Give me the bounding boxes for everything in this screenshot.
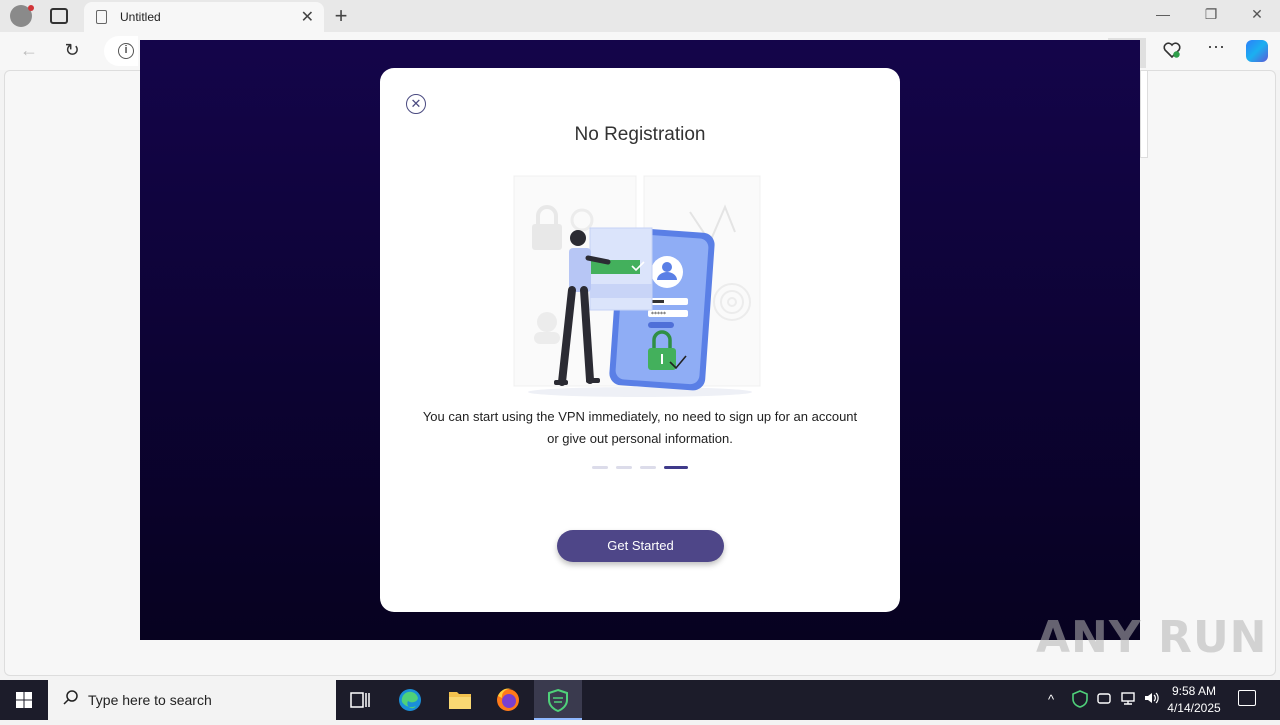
- notification-dot: [28, 5, 34, 11]
- pager-dot[interactable]: [640, 466, 656, 469]
- volume-icon[interactable]: [1143, 690, 1159, 709]
- pager-dot-active[interactable]: [664, 466, 688, 469]
- show-hidden-icons[interactable]: ^: [1048, 692, 1054, 707]
- windows-taskbar: Type here to search ^ 9:58 AM 4/14/2025: [0, 680, 1280, 720]
- edge-icon[interactable]: [386, 680, 434, 720]
- svg-text:*****: *****: [651, 311, 666, 318]
- tab-close-icon[interactable]: ✕: [301, 7, 314, 27]
- pager-dot[interactable]: [616, 466, 632, 469]
- browser-essentials-icon[interactable]: [1160, 40, 1184, 65]
- registration-illustration: *****: [510, 172, 770, 402]
- firefox-icon[interactable]: [484, 680, 532, 720]
- search-icon: [63, 690, 78, 705]
- restore-button[interactable]: ❐: [1188, 6, 1234, 23]
- file-explorer-icon[interactable]: [436, 680, 484, 720]
- taskbar-clock[interactable]: 9:58 AM 4/14/2025: [1160, 683, 1228, 717]
- vpn-app-taskbar-icon[interactable]: [534, 680, 582, 720]
- back-button[interactable]: ←: [18, 40, 40, 61]
- copilot-icon[interactable]: [1246, 40, 1268, 62]
- task-view-icon[interactable]: [336, 680, 384, 720]
- dialog-close-button[interactable]: ✕: [406, 94, 426, 114]
- anyrun-watermark: ANY RUN: [1036, 612, 1268, 663]
- onboarding-pager: [592, 466, 692, 470]
- clock-time: 9:58 AM: [1171, 684, 1217, 698]
- browser-tabbar: Untitled ✕ + — ❐ ✕: [0, 0, 1280, 32]
- new-tab-button[interactable]: +: [331, 3, 351, 29]
- dialog-title: No Registration: [574, 124, 706, 145]
- clock-date: 4/14/2025: [1167, 701, 1221, 715]
- onboarding-dialog: ✕ No Registration ***** You can start us…: [380, 68, 900, 612]
- side-panel: [1140, 70, 1148, 158]
- page-icon: [96, 10, 107, 24]
- tab-untitled[interactable]: Untitled ✕: [84, 2, 324, 32]
- meet-now-icon[interactable]: [1096, 690, 1112, 709]
- site-info-icon[interactable]: i: [118, 43, 134, 59]
- network-icon[interactable]: [1120, 690, 1136, 709]
- vpn-tray-icon[interactable]: [1072, 690, 1088, 711]
- pager-dot[interactable]: [592, 466, 608, 469]
- get-started-button[interactable]: Get Started: [557, 530, 724, 562]
- tab-actions-icon[interactable]: [50, 8, 68, 24]
- reload-button[interactable]: ↻: [61, 40, 83, 61]
- window-close-button[interactable]: ✕: [1234, 6, 1280, 23]
- notifications-icon[interactable]: [1238, 690, 1256, 706]
- dialog-description: You can start using the VPN immediately,…: [422, 409, 858, 446]
- minimize-button[interactable]: —: [1140, 6, 1186, 22]
- start-button[interactable]: [0, 680, 48, 720]
- tab-title: Untitled: [120, 10, 161, 24]
- windows-logo-icon: [16, 692, 32, 708]
- taskbar-search[interactable]: Type here to search: [48, 680, 336, 720]
- more-menu-button[interactable]: ···: [1204, 36, 1228, 57]
- search-placeholder: Type here to search: [88, 692, 212, 708]
